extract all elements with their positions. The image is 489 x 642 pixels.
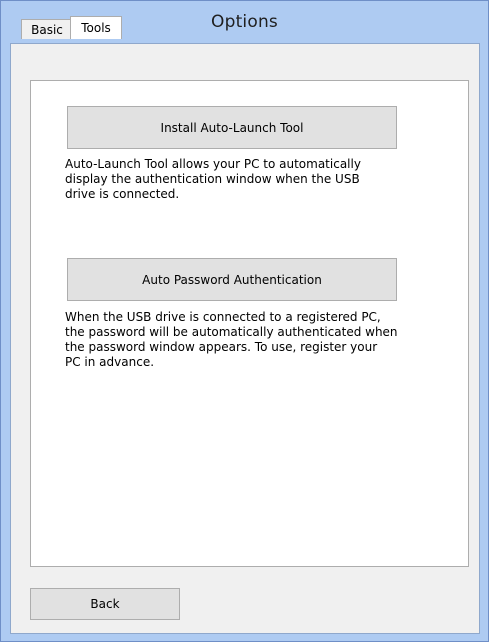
tools-tab-panel: Install Auto-Launch Tool Auto-Launch Too…	[30, 80, 469, 567]
install-auto-launch-tool-button[interactable]: Install Auto-Launch Tool	[67, 106, 397, 149]
auto-password-authentication-button[interactable]: Auto Password Authentication	[67, 258, 397, 301]
install-auto-launch-tool-description: Auto-Launch Tool allows your PC to autom…	[65, 157, 361, 201]
auto-password-authentication-description: When the USB drive is connected to a reg…	[65, 310, 398, 369]
tab-basic[interactable]: Basic	[21, 19, 73, 39]
back-button[interactable]: Back	[30, 588, 180, 620]
tab-tools[interactable]: Tools	[70, 16, 122, 39]
